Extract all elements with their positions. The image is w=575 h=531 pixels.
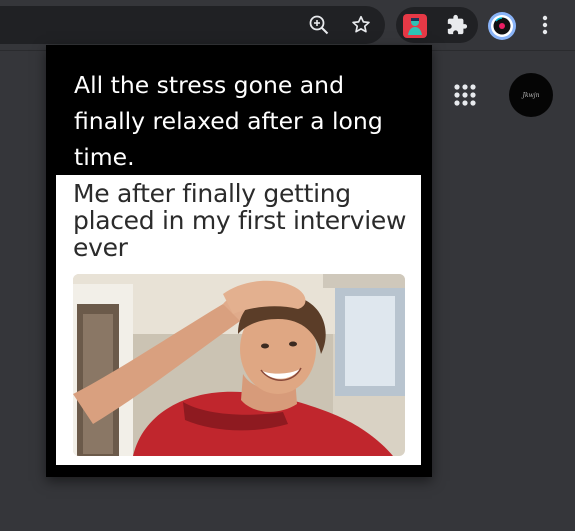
account-label: Jkwjn <box>522 91 540 99</box>
account-avatar[interactable]: Jkwjn <box>509 73 553 117</box>
browser-toolbar <box>0 0 575 50</box>
meme-text: Me after finally getting placed in my fi… <box>73 179 407 262</box>
meme-photo <box>73 274 405 456</box>
zoom-icon[interactable] <box>306 12 332 38</box>
extension-popup: All the stress gone and finally relaxed … <box>46 45 432 477</box>
google-apps-icon[interactable] <box>448 78 482 112</box>
puzzle-extensions-icon[interactable] <box>444 12 470 38</box>
profile-avatar[interactable] <box>486 10 518 42</box>
more-menu-icon[interactable] <box>534 12 556 38</box>
bookmark-star-icon[interactable] <box>348 12 374 38</box>
popup-caption: All the stress gone and finally relaxed … <box>74 71 383 171</box>
meme-card: Me after finally getting placed in my fi… <box>56 175 421 465</box>
extension-meme-icon[interactable] <box>400 11 430 41</box>
